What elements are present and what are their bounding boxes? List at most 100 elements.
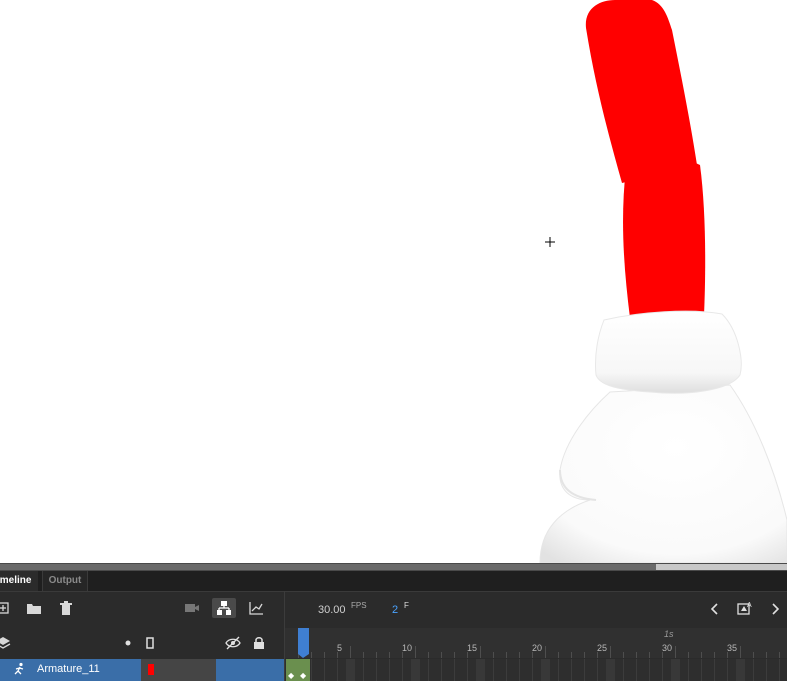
ruler-tick [532, 652, 533, 658]
highlight-dot-icon[interactable] [119, 635, 137, 651]
frame-cell[interactable] [389, 659, 390, 681]
layer-color-swatch[interactable] [148, 664, 154, 675]
timeline-panel: imeline Output 30.00 FPS 2 F A 1s 5 10 1… [0, 571, 787, 681]
frame-cell[interactable] [623, 659, 624, 681]
frame-cell[interactable] [779, 659, 780, 681]
ruler-tick [753, 652, 754, 658]
frame-cell[interactable] [346, 659, 355, 681]
frame-cell[interactable] [584, 659, 585, 681]
frame-ruler[interactable]: 1s 5 10 15 20 25 30 35 [285, 628, 787, 658]
new-layer-icon[interactable] [0, 600, 12, 616]
layer-parenting-icon[interactable] [212, 598, 236, 618]
frame-cell[interactable] [454, 659, 455, 681]
ruler-tick [480, 646, 481, 658]
frame-cell[interactable] [671, 659, 680, 681]
frame-cell[interactable] [506, 659, 507, 681]
ruler-tick [454, 652, 455, 658]
hat-artwork [539, 0, 787, 563]
frame-cell[interactable] [493, 659, 494, 681]
frame-cell[interactable] [736, 659, 745, 681]
tab-output[interactable]: Output [42, 571, 88, 591]
layers-stack-icon[interactable] [0, 635, 12, 651]
frame-cell[interactable] [337, 659, 338, 681]
new-folder-icon[interactable] [25, 600, 43, 616]
delete-layer-icon[interactable] [57, 600, 75, 616]
stage-canvas[interactable] [0, 0, 787, 563]
previous-keyframe-icon[interactable] [706, 601, 724, 617]
frame-cell[interactable] [311, 659, 312, 681]
keyframe-marker[interactable]: ◆ [288, 671, 294, 680]
frame-cell[interactable] [753, 659, 754, 681]
seconds-marker: 1s [664, 629, 674, 639]
frame-cell[interactable] [519, 659, 520, 681]
frame-cell[interactable] [541, 659, 550, 681]
ruler-tick [727, 652, 728, 658]
frame-cell[interactable] [532, 659, 533, 681]
ruler-tick [363, 652, 364, 658]
frame-cell[interactable] [662, 659, 663, 681]
hat-segment-upper [585, 0, 697, 183]
frame-cell[interactable] [766, 659, 767, 681]
ruler-tick [649, 652, 650, 658]
frame-cell[interactable] [402, 659, 403, 681]
layer-name[interactable]: Armature_11 [37, 663, 100, 675]
frame-cell[interactable] [411, 659, 420, 681]
ruler-label: 15 [467, 643, 478, 653]
frame-cell[interactable] [727, 659, 728, 681]
ruler-tick [506, 652, 507, 658]
ruler-tick [675, 646, 676, 658]
tab-timeline[interactable]: imeline [0, 571, 38, 591]
ruler-tick [545, 646, 546, 658]
ruler-tick [324, 652, 325, 658]
fps-unit: FPS [351, 601, 367, 610]
ruler-tick [779, 652, 780, 658]
ruler-tick [389, 652, 390, 658]
frame-cell[interactable] [476, 659, 485, 681]
frame-cell[interactable] [428, 659, 429, 681]
playhead-tip[interactable] [298, 654, 309, 658]
ruler-tick [428, 652, 429, 658]
keyframe-span[interactable]: ◆ ◆ [286, 659, 310, 681]
outline-toggle-icon[interactable] [141, 635, 159, 651]
frame-cell[interactable] [324, 659, 325, 681]
insert-keyframe-icon[interactable]: A [736, 600, 754, 616]
ruler-tick [701, 652, 702, 658]
visibility-hidden-icon[interactable] [224, 635, 242, 651]
hat-trim-band [595, 310, 742, 394]
frame-cell[interactable] [597, 659, 598, 681]
frame-cell[interactable] [701, 659, 702, 681]
keyframe-marker[interactable]: ◆ [300, 671, 306, 680]
camera-icon[interactable] [183, 600, 201, 616]
ruler-label: 10 [402, 643, 413, 653]
frame-cell[interactable] [688, 659, 689, 681]
frame-cell[interactable] [363, 659, 364, 681]
layer-row-armature[interactable]: Armature_11 [0, 659, 284, 681]
scrollbar-thumb[interactable] [0, 564, 656, 570]
ruler-tick [441, 652, 442, 658]
frame-cell[interactable] [606, 659, 615, 681]
frame-cell[interactable] [441, 659, 442, 681]
layer-frames[interactable]: ◆ ◆ [285, 659, 787, 681]
frame-cell[interactable] [467, 659, 468, 681]
frame-cell[interactable] [376, 659, 377, 681]
next-keyframe-icon[interactable] [766, 601, 784, 617]
current-frame-value[interactable]: 2 [392, 604, 398, 616]
fps-value[interactable]: 30.00 [318, 604, 346, 616]
ruler-tick [714, 652, 715, 658]
stage-horizontal-scrollbar[interactable] [0, 563, 787, 571]
ruler-tick [584, 652, 585, 658]
frame-cell[interactable] [649, 659, 650, 681]
playhead[interactable] [298, 628, 309, 654]
graph-editor-icon[interactable] [247, 600, 265, 616]
scrollbar-track[interactable] [656, 564, 787, 570]
layer-header [0, 628, 284, 658]
registration-crosshair [545, 237, 555, 247]
ruler-tick [467, 652, 468, 658]
frame-cell[interactable] [714, 659, 715, 681]
lock-icon[interactable] [250, 635, 268, 651]
ruler-tick [740, 646, 741, 658]
frame-cell[interactable] [571, 659, 572, 681]
frame-cell[interactable] [558, 659, 559, 681]
frame-cell[interactable] [636, 659, 637, 681]
ruler-label: 20 [532, 643, 543, 653]
